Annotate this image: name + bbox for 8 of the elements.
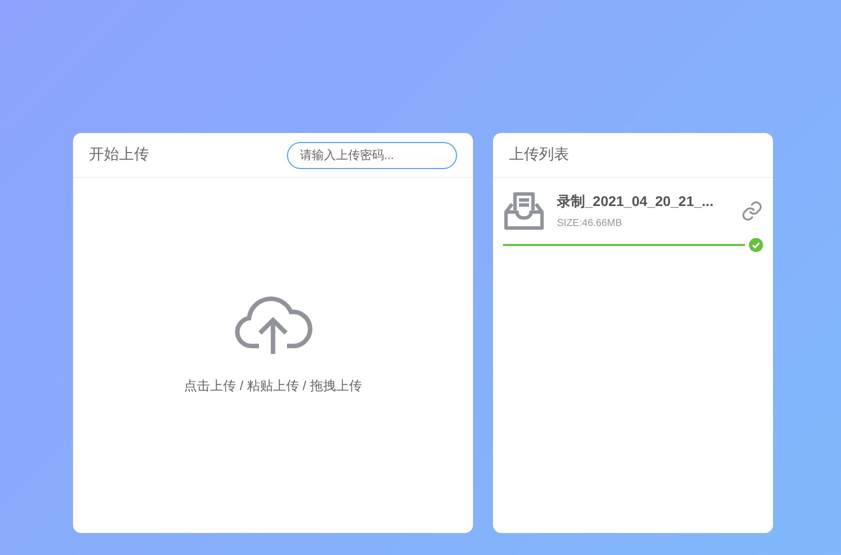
inbox-icon (503, 190, 545, 232)
file-name: 录制_2021_04_20_21_... (557, 192, 714, 211)
password-field[interactable]: 请输入上传密码... (287, 142, 457, 168)
upload-hint[interactable]: 点击上传 / 粘贴上传 / 拖拽上传 (184, 376, 362, 396)
panel-title: 开始上传 (89, 144, 149, 165)
file-size: SIZE:46.66MB (557, 217, 624, 231)
link-icon[interactable] (741, 200, 763, 222)
panel-title: 上传列表 (509, 144, 569, 165)
